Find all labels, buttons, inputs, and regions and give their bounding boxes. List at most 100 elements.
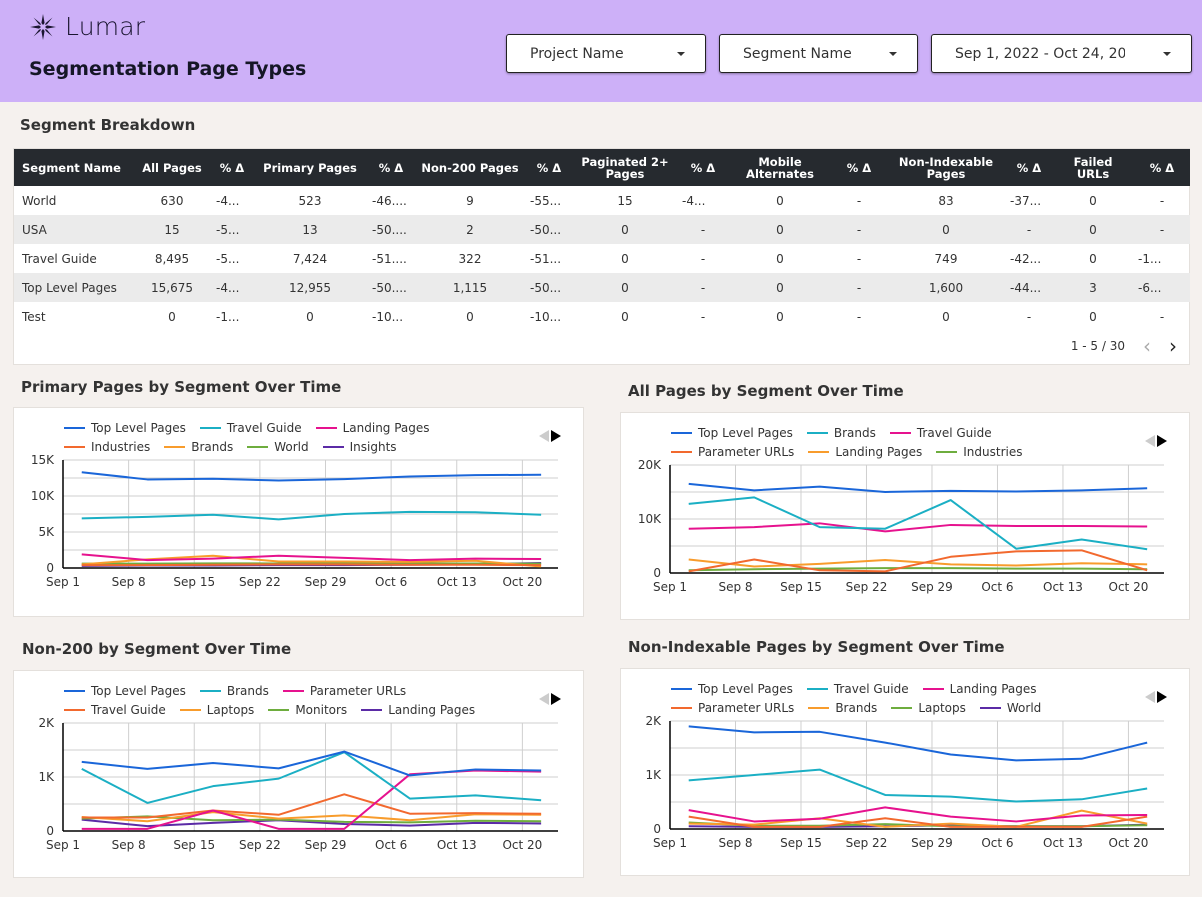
date-range-dropdown[interactable]: Sep 1, 2022 - Oct 24, 2022 [931, 34, 1192, 73]
column-header[interactable]: Non-200 Pages [414, 149, 526, 186]
chart-plot: Sep 1 Sep 8 Sep 15 Sep 22 Sep 29 Oct 6 Oct 13 O… [38, 716, 558, 852]
table-cell: -6... [1138, 280, 1162, 295]
series-line-brands[interactable] [688, 809, 1148, 828]
table-cell: 15 [617, 193, 633, 208]
column-header[interactable]: Failed URLs [1052, 149, 1134, 186]
segment-name-cell: USA [22, 222, 47, 237]
series-line-industries[interactable] [688, 567, 1148, 572]
dropdown-label: Sep 1, 2022 - Oct 24, 2022 [955, 45, 1125, 62]
column-header[interactable]: Segment Name [14, 149, 132, 186]
segment-name-dropdown[interactable]: Segment Name [719, 34, 918, 73]
dropdown-label: Segment Name [743, 45, 852, 62]
table-cell: -1... [216, 309, 240, 324]
table-cell: 8,495 [154, 251, 190, 266]
primary-pages-chart: Top Level Pages Travel Guide Landing Pages… [13, 407, 584, 617]
column-header[interactable]: % Δ [1134, 149, 1190, 186]
column-header[interactable]: % Δ [678, 149, 728, 186]
series-line-top-level-pages[interactable] [81, 750, 542, 777]
table-cell: - [1159, 309, 1165, 324]
segment-name-cell: Travel Guide [22, 251, 97, 266]
table-cell: - [856, 280, 862, 295]
column-header[interactable]: % Δ [368, 149, 414, 186]
dropdown-label: Project Name [530, 45, 624, 62]
y-tick-label: 2K [38, 716, 55, 730]
column-header[interactable]: % Δ [526, 149, 572, 186]
table-row[interactable]: Travel Guide 8,495 -5... 7,424 -51.... 322 -51… [14, 244, 1190, 273]
column-header[interactable]: All Pages [132, 149, 212, 186]
series-line-industries[interactable] [81, 563, 542, 567]
chart-plot: Sep 1 Sep 8 Sep 15 Sep 22 Sep 29 Oct 6 Oct 13 O… [638, 458, 1164, 594]
x-tick-label: Oct 6 [981, 580, 1013, 594]
table-cell: 1,115 [452, 280, 488, 295]
x-tick-label: Sep 22 [846, 580, 888, 594]
logo: Lumar [29, 12, 145, 41]
series-line-top-level-pages[interactable] [688, 482, 1148, 493]
column-header[interactable]: % Δ [212, 149, 252, 186]
table-cell: -37... [1010, 193, 1042, 208]
series-line-landing-pages[interactable] [688, 806, 1148, 823]
table-row[interactable]: Test 0 -1... 0 -10... 0 -10... 0 - 0 - 0 - 0 - [14, 302, 1190, 331]
series-line-travel-guide[interactable] [81, 793, 542, 819]
table-cell: 13 [302, 222, 318, 237]
table-cell: - [700, 309, 706, 324]
table-cell: 1,600 [928, 280, 964, 295]
y-tick-label: 0 [46, 561, 54, 575]
table-cell: 15,675 [151, 280, 193, 295]
table-cell: 15 [164, 222, 180, 237]
table-cell: 0 [942, 309, 950, 324]
series-line-top-level-pages[interactable] [688, 725, 1148, 762]
table-cell: - [856, 222, 862, 237]
column-header[interactable]: % Δ [1006, 149, 1052, 186]
table-cell: 2 [466, 222, 474, 237]
series-line-brands[interactable] [688, 496, 1148, 551]
y-tick-label: 0 [653, 566, 661, 580]
x-tick-label: Oct 13 [437, 838, 477, 852]
y-tick-label: 10K [31, 489, 55, 503]
series-line-top-level-pages[interactable] [81, 471, 542, 482]
x-tick-label: Sep 15 [173, 575, 215, 589]
project-name-dropdown[interactable]: Project Name [506, 34, 706, 73]
y-tick-label: 0 [653, 822, 661, 836]
table-row[interactable]: Top Level Pages 15,675 -4... 12,955 -50.... 1… [14, 273, 1190, 302]
table-cell: 0 [1089, 309, 1097, 324]
x-tick-label: Sep 29 [305, 838, 347, 852]
table-cell: -5... [216, 251, 240, 266]
y-tick-label: 1K [38, 770, 55, 784]
next-page-chevron-icon[interactable]: › [1169, 334, 1177, 358]
y-tick-label: 15K [31, 453, 55, 467]
series-line-travel-guide[interactable] [81, 510, 542, 521]
series-line-landing-pages[interactable] [81, 553, 542, 562]
column-header[interactable]: % Δ [832, 149, 886, 186]
x-tick-label: Oct 13 [1043, 580, 1083, 594]
column-header[interactable]: Paginated 2+ Pages [572, 149, 678, 186]
table-cell: - [700, 222, 706, 237]
table-cell: -42... [1010, 251, 1042, 266]
y-tick-label: 2K [645, 714, 662, 728]
table-cell: 0 [1089, 222, 1097, 237]
series-line-travel-guide[interactable] [688, 768, 1148, 803]
table-cell: -51.... [372, 251, 407, 266]
table-row[interactable]: USA 15 -5... 13 -50.... 2 -50... 0 - 0 - 0 - 0 - [14, 215, 1190, 244]
table-cell: 0 [621, 280, 629, 295]
caret-down-icon [677, 52, 685, 56]
table-cell: 0 [776, 309, 784, 324]
chart-plot: Sep 1 Sep 8 Sep 15 Sep 22 Sep 29 Oct 6 Oct 13 O… [31, 453, 558, 589]
table-cell: -1... [1138, 251, 1162, 266]
x-tick-label: Oct 20 [502, 838, 542, 852]
table-cell: - [856, 193, 862, 208]
column-header[interactable]: Primary Pages [252, 149, 368, 186]
table-cell: 749 [934, 251, 958, 266]
table-row[interactable]: World 630 -4... 523 -46.... 9 -55... 15 -4... 0 - 8… [14, 186, 1190, 215]
table-cell: - [700, 251, 706, 266]
chart-title: Non-Indexable Pages by Segment Over Time [628, 638, 1005, 656]
series-line-travel-guide[interactable] [688, 522, 1148, 533]
column-header[interactable]: Non-Indexable Pages [886, 149, 1006, 186]
column-header[interactable]: Mobile Alternates [728, 149, 832, 186]
table-pagination: 1 - 5 / 30 ‹ › [1071, 334, 1177, 358]
table-cell: - [856, 309, 862, 324]
x-tick-label: Oct 6 [375, 838, 407, 852]
lumar-star-icon [30, 13, 56, 40]
x-tick-label: Sep 15 [780, 836, 822, 850]
page-title: Segmentation Page Types [29, 58, 307, 80]
previous-page-chevron-icon[interactable]: ‹ [1143, 334, 1151, 358]
